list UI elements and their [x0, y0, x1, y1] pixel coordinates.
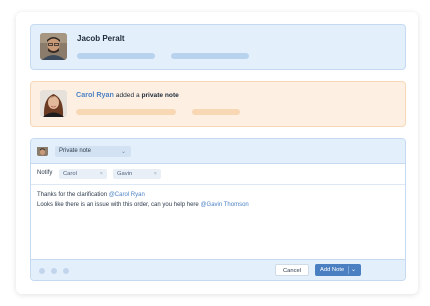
note-compose-box: Private note ⌄ Notify Carol × Gavin × Th… [30, 138, 406, 281]
note-line-1: Thanks for the clarification @Carol Ryan [37, 190, 249, 200]
note-type-select[interactable]: Private note ⌄ [55, 146, 131, 157]
conversation-panel: Jacob Peralt Carol Ryan added a private … [16, 12, 418, 294]
jacob-card: Jacob Peralt [30, 24, 406, 70]
placeholder-bar [171, 53, 249, 59]
cancel-button[interactable]: Cancel [275, 264, 309, 276]
chip-label: Carol [63, 171, 77, 177]
carol-avatar [40, 90, 67, 117]
notify-row: Notify Carol × Gavin × [31, 164, 405, 185]
compose-footer: Cancel Add Note ⌄ [31, 259, 405, 280]
note-line-2: Looks like there is an issue with this o… [37, 200, 249, 210]
note-textarea[interactable]: Thanks for the clarification @Carol Ryan… [37, 190, 249, 210]
activity-text: added a [113, 92, 142, 99]
note-text: Thanks for the clarification [37, 192, 109, 198]
add-note-button[interactable]: Add Note ⌄ [315, 264, 361, 276]
carol-name: Carol Ryan [76, 90, 114, 99]
dot-icon [63, 268, 69, 274]
button-divider [348, 266, 349, 274]
chip-label: Gavin [117, 171, 133, 177]
carol-activity-line: Carol Ryan added a private note [76, 90, 179, 99]
placeholder-bar [76, 109, 176, 115]
notify-chip-carol[interactable]: Carol × [59, 169, 107, 179]
placeholder-bar [192, 109, 240, 115]
placeholder-bar [77, 53, 155, 59]
note-type-label: Private note [59, 148, 92, 154]
notify-chip-gavin[interactable]: Gavin × [113, 169, 161, 179]
chevron-down-icon: ⌄ [120, 148, 126, 155]
compose-header: Private note ⌄ [31, 139, 405, 164]
activity-bold: private note [141, 92, 179, 99]
mention-gavin[interactable]: @Gavin Thomson [200, 202, 248, 208]
close-icon[interactable]: × [100, 171, 103, 177]
jacob-avatar [40, 33, 67, 60]
carol-card [30, 81, 406, 127]
add-note-label: Add Note [320, 267, 345, 273]
user-avatar [37, 145, 48, 156]
chevron-down-icon[interactable]: ⌄ [351, 266, 356, 273]
mention-carol[interactable]: @Carol Ryan [109, 192, 145, 198]
close-icon[interactable]: × [154, 171, 157, 177]
notify-label: Notify [37, 170, 53, 176]
dot-icon [51, 268, 57, 274]
jacob-name: Jacob Peralt [77, 34, 125, 43]
dot-icon [39, 268, 45, 274]
note-text: Looks like there is an issue with this o… [37, 202, 201, 208]
